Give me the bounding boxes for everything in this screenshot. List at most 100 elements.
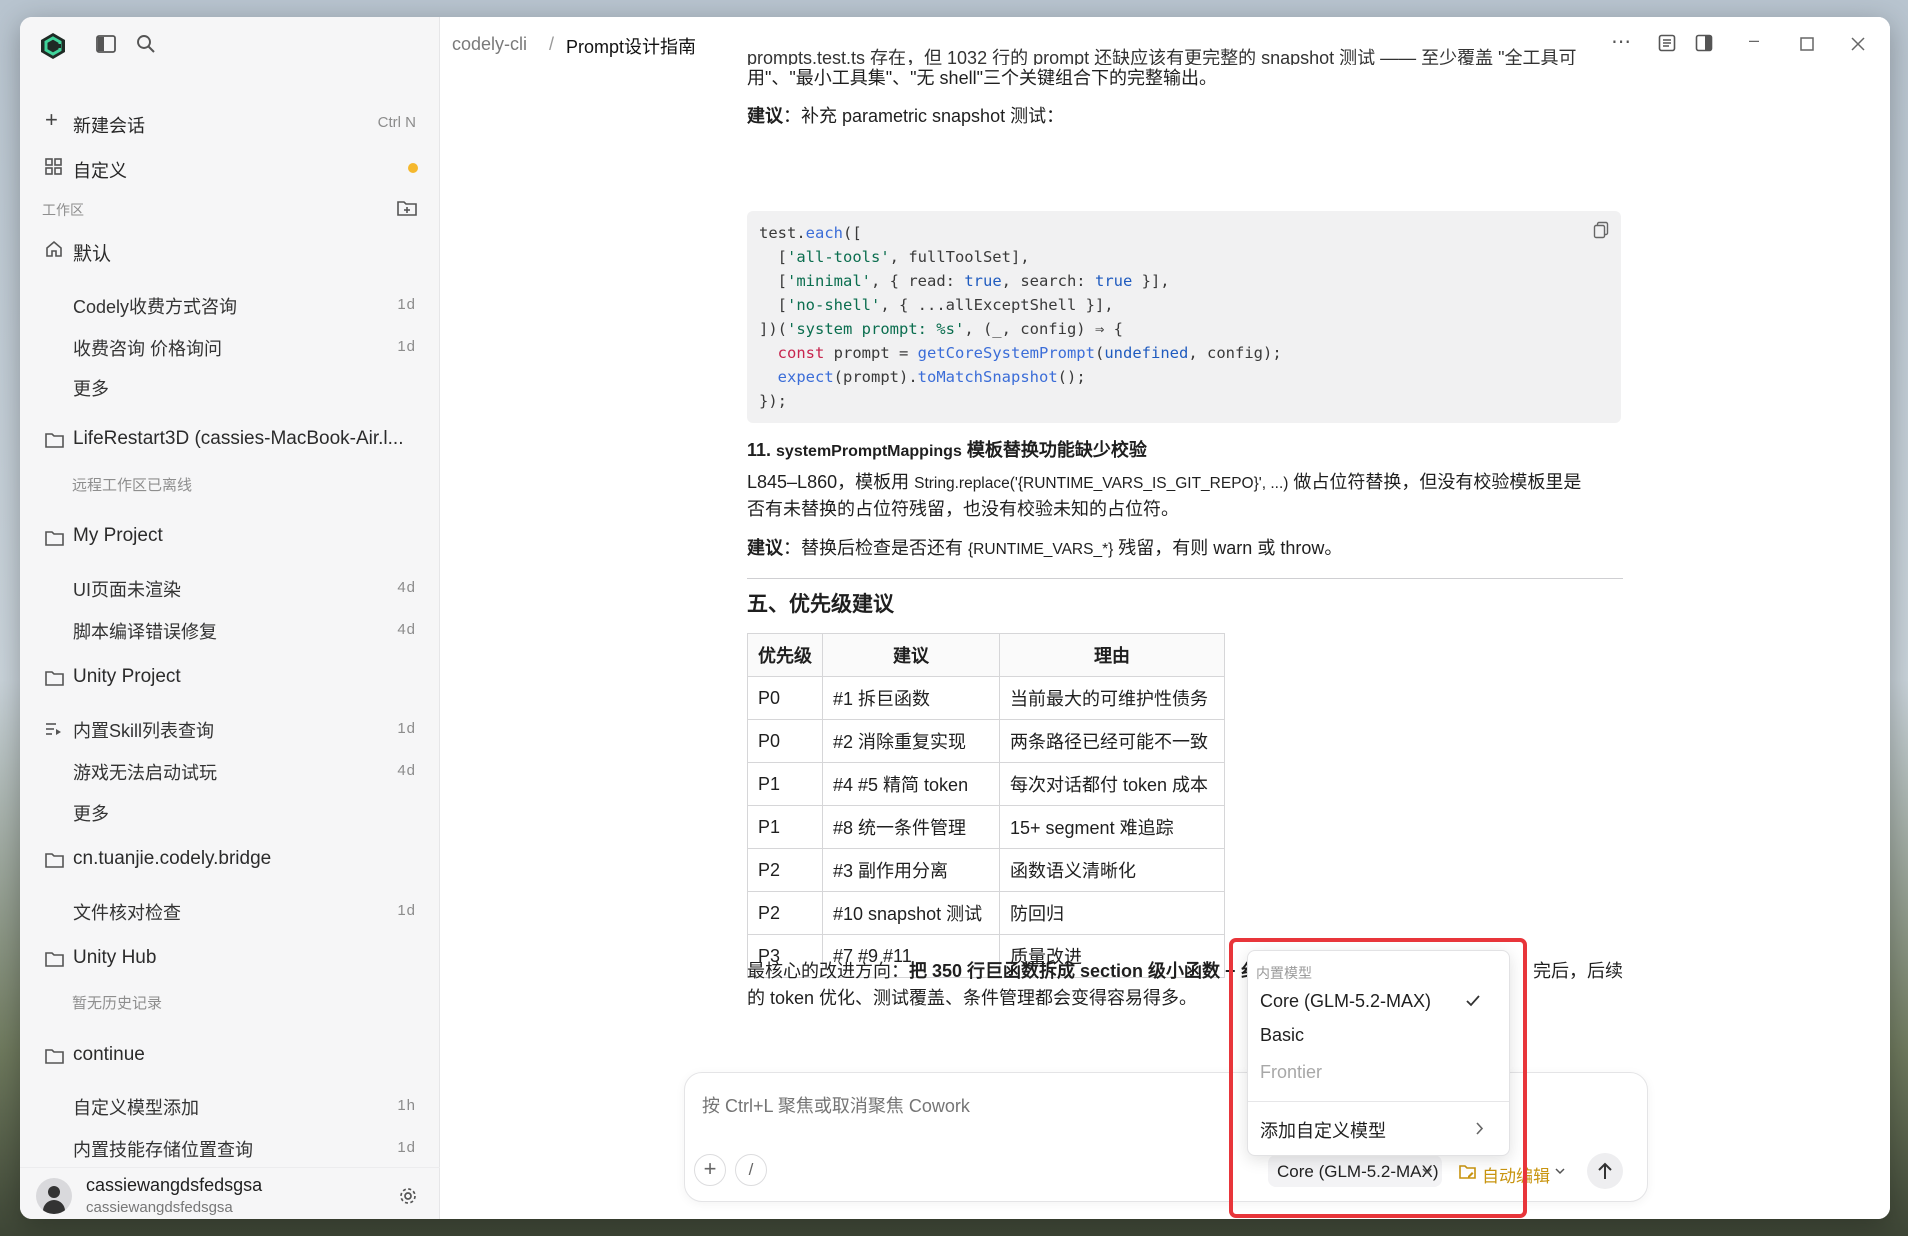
priority-table: 优先级 建议 理由 P0 #1 拆巨函数 当前最大的可维护性债务 P0 #2 消除重复… xyxy=(747,633,1225,978)
workspace-liferestart3d[interactable]: LifeRestart3D (cassies-MacBook-Air.l... xyxy=(73,428,404,450)
table-cell: P1 xyxy=(747,805,823,849)
code-lines: test.each([ ['all-tools', fullToolSet], … xyxy=(759,221,1609,413)
app-logo-icon xyxy=(41,33,65,59)
chat-item-age: 4d xyxy=(397,621,416,638)
code-token: , search: xyxy=(1001,272,1095,290)
user-name: cassiewangdsfedsgsa xyxy=(86,1175,263,1195)
code-token: }], xyxy=(1132,272,1170,290)
workspace-my-project[interactable]: My Project xyxy=(73,525,163,547)
code-line: ['minimal', { read: true, search: true }… xyxy=(759,269,1609,293)
chat-item[interactable]: 内置技能存储位置查询 1d xyxy=(20,1130,440,1166)
send-button[interactable] xyxy=(1587,1153,1623,1189)
code-token: , { read: xyxy=(871,272,965,290)
chat-item[interactable]: 游戏无法启动试玩 4d xyxy=(20,753,440,789)
table-cell: #3 副作用分离 xyxy=(822,848,1000,892)
add-attachment-button[interactable]: + xyxy=(694,1154,726,1186)
bold-label: 建议 xyxy=(747,106,783,126)
sidebar-toggle-icon[interactable] xyxy=(95,33,117,55)
chat-item[interactable]: 内置Skill列表查询 1d xyxy=(20,711,440,747)
new-chat-button[interactable]: + 新建会话 Ctrl N xyxy=(20,105,440,141)
chat-item[interactable]: 收费咨询 价格询问 1d xyxy=(20,329,440,365)
chat-item-age: 1d xyxy=(397,1139,416,1156)
chat-item-label: Codely收费方式咨询 xyxy=(73,297,238,317)
workspace-unity-hub[interactable]: Unity Hub xyxy=(73,947,156,969)
chat-item[interactable]: 自定义模型添加 1h xyxy=(20,1088,440,1124)
table-cell: #1 拆巨函数 xyxy=(822,676,1000,720)
close-icon[interactable] xyxy=(1851,37,1865,51)
app-window: + 新建会话 Ctrl N 自定义 工作区 默认 Codely收费方式咨询 1d… xyxy=(20,17,1890,1219)
copy-icon[interactable] xyxy=(1593,221,1609,239)
message-content: prompts.test.ts 存在，但 1032 行的 prompt 还缺应该… xyxy=(747,48,1623,1025)
inline-code: systemPromptMappings xyxy=(776,443,962,460)
text: 做占位符替换，但没有校验模板里是 xyxy=(1288,472,1582,492)
customize-button[interactable]: 自定义 xyxy=(20,149,440,185)
table-row: P1 #4 #5 精简 token 每次对话都付 token 成本 xyxy=(747,762,1225,806)
highlight-annotation-box xyxy=(1229,938,1527,1218)
column-header: 优先级 xyxy=(747,633,823,677)
table-cell: P2 xyxy=(747,891,823,935)
chat-item-label: 文件核对检查 xyxy=(73,903,181,923)
workspace-continue[interactable]: continue xyxy=(73,1044,145,1066)
workspace-unity-project[interactable]: Unity Project xyxy=(73,666,181,688)
user-account: cassiewangdsfedsgsa xyxy=(86,1199,233,1216)
chat-item-label: 收费咨询 价格询问 xyxy=(73,339,223,359)
text: ：替换后检查是否还有 xyxy=(783,538,968,558)
slash-command-button[interactable]: / xyxy=(735,1154,767,1186)
minimize-icon[interactable]: – xyxy=(1749,30,1759,51)
conclusion-line-2: 的 token 优化、测试覆盖、条件管理都会变得容易得多。 xyxy=(747,988,1198,1008)
chat-item[interactable]: 脚本编译错误修复 4d xyxy=(20,612,440,648)
chat-item-label: 脚本编译错误修复 xyxy=(73,622,217,642)
gear-icon[interactable] xyxy=(398,1186,418,1206)
more-link[interactable]: 更多 xyxy=(73,375,109,401)
inline-code: {RUNTIME_VARS_*} xyxy=(968,541,1114,558)
maximize-icon[interactable] xyxy=(1800,37,1814,51)
workspace-codely-bridge[interactable]: cn.tuanjie.codely.bridge xyxy=(73,848,271,870)
active-chat-icon xyxy=(46,723,61,735)
document-icon[interactable] xyxy=(1658,34,1676,52)
avatar xyxy=(36,1178,72,1214)
chat-item-age: 1h xyxy=(397,1097,416,1114)
add-folder-icon[interactable] xyxy=(397,199,417,217)
code-token: , fullToolSet], xyxy=(889,248,1030,266)
more-link[interactable]: 更多 xyxy=(73,800,109,826)
breadcrumb-root[interactable]: codely-cli xyxy=(452,34,527,55)
folder-icon xyxy=(45,531,64,546)
code-line: test.each([ xyxy=(759,221,1609,245)
chat-item-age: 4d xyxy=(397,579,416,596)
table-cell: #10 snapshot 测试 xyxy=(822,891,1000,935)
code-line: expect(prompt).toMatchSnapshot(); xyxy=(759,365,1609,389)
code-line: const prompt = getCoreSystemPrompt(undef… xyxy=(759,341,1609,365)
suggestion-paragraph: 建议：补充 parametric snapshot 测试： xyxy=(747,103,1623,130)
table-row: P2 #3 副作用分离 函数语义清晰化 xyxy=(747,848,1225,892)
section-11-heading: 11. systemPromptMappings 模板替换功能缺少校验 xyxy=(747,437,1623,465)
chat-item-age: 1d xyxy=(397,296,416,313)
right-panel-toggle-icon[interactable] xyxy=(1695,34,1713,52)
chat-item[interactable]: UI页面未渲染 4d xyxy=(20,570,440,606)
suggestion-paragraph: 建议：替换后检查是否还有 {RUNTIME_VARS_*} 残留，有则 warn… xyxy=(747,535,1623,563)
table-cell: #4 #5 精简 token xyxy=(822,762,1000,806)
code-token: ])( xyxy=(759,320,787,338)
code-token: true xyxy=(964,272,1002,290)
bold-label: 建议 xyxy=(747,538,783,558)
table-cell: P0 xyxy=(747,676,823,720)
table-cell: 防回归 xyxy=(999,891,1225,935)
chat-item[interactable]: 文件核对检查 1d xyxy=(20,893,440,929)
table-cell: 每次对话都付 token 成本 xyxy=(999,762,1225,806)
workspace-default[interactable]: 默认 xyxy=(73,239,111,266)
search-icon[interactable] xyxy=(135,33,157,55)
workspace-offline-note: 远程工作区已离线 xyxy=(72,477,193,494)
code-token: 'no-shell' xyxy=(787,296,881,314)
suggestion-text: ：补充 parametric snapshot 测试： xyxy=(783,106,1065,126)
table-cell: 当前最大的可维护性债务 xyxy=(999,676,1225,720)
folder-icon xyxy=(45,433,64,448)
code-token: 'system prompt: %s' xyxy=(787,320,965,338)
heading-text: 模板替换功能缺少校验 xyxy=(961,440,1147,460)
bold-text: 把 350 行巨函数拆成 section 级小函数 + 纟 xyxy=(909,961,1259,981)
chat-item[interactable]: Codely收费方式咨询 1d xyxy=(20,287,440,323)
table-row: P0 #1 拆巨函数 当前最大的可维护性债务 xyxy=(747,676,1225,720)
table-cell: #2 消除重复实现 xyxy=(822,719,1000,763)
clipped-text: prompts.test.ts 存在，但 1032 行的 prompt 还缺应该… xyxy=(747,48,1577,65)
breadcrumb-separator: / xyxy=(549,34,555,54)
folder-icon xyxy=(45,952,64,967)
user-profile[interactable]: cassiewangdsfedsgsa cassiewangdsfedsgsa xyxy=(20,1167,440,1219)
